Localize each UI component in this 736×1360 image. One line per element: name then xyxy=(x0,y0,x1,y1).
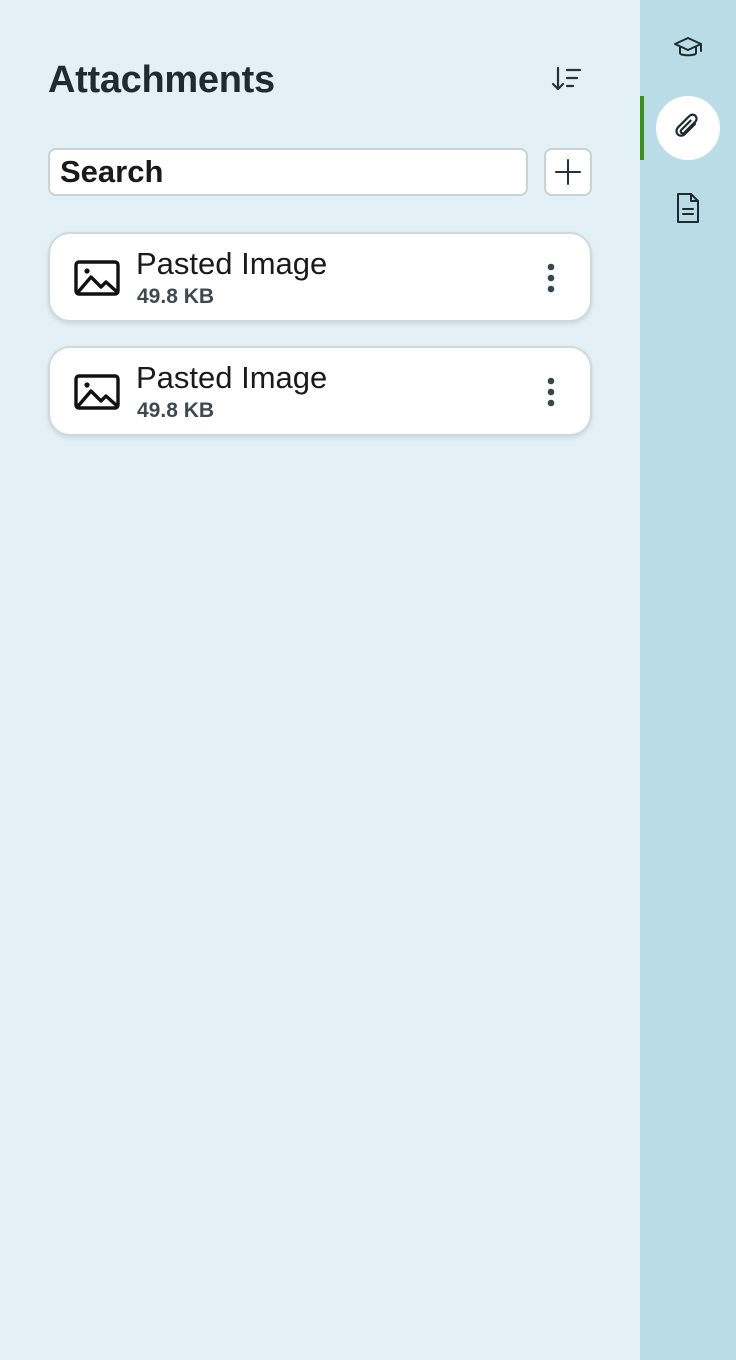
more-vertical-icon xyxy=(547,377,555,407)
search-input[interactable] xyxy=(48,148,528,196)
rail-item-attachments[interactable] xyxy=(656,96,720,160)
more-options-button[interactable] xyxy=(534,256,568,300)
app-window: Attachments Search Pasted Image 49.8 KB … xyxy=(0,0,736,1360)
add-attachment-button[interactable] xyxy=(544,148,592,196)
attachment-size: 49.8 KB xyxy=(137,399,215,422)
plus-icon xyxy=(555,159,581,185)
rail-item-notes[interactable] xyxy=(656,176,720,240)
more-options-button[interactable] xyxy=(534,370,568,414)
attachment-item[interactable]: Pasted Image 49.8 KB xyxy=(48,346,592,436)
panel-title: Attachments xyxy=(48,59,275,101)
sort-descending-icon xyxy=(551,66,582,91)
attachments-panel: Attachments Search Pasted Image 49.8 KB … xyxy=(0,0,640,1360)
attachment-list: Pasted Image 49.8 KB Pasted Image 49.8 K… xyxy=(48,232,592,460)
attachment-size: 49.8 KB xyxy=(137,285,215,308)
attachment-item[interactable]: Pasted Image 49.8 KB xyxy=(48,232,592,322)
active-indicator xyxy=(640,96,644,160)
sort-button[interactable] xyxy=(546,58,588,100)
attachment-name: Pasted Image xyxy=(136,360,328,395)
side-rail xyxy=(640,0,736,1360)
rail-item-learning[interactable] xyxy=(656,16,720,80)
image-icon xyxy=(74,374,120,410)
paperclip-icon xyxy=(675,113,698,137)
document-icon xyxy=(677,193,699,223)
graduation-cap-icon xyxy=(674,37,702,57)
image-icon xyxy=(74,260,120,296)
attachment-name: Pasted Image xyxy=(136,246,328,281)
more-vertical-icon xyxy=(547,263,555,293)
